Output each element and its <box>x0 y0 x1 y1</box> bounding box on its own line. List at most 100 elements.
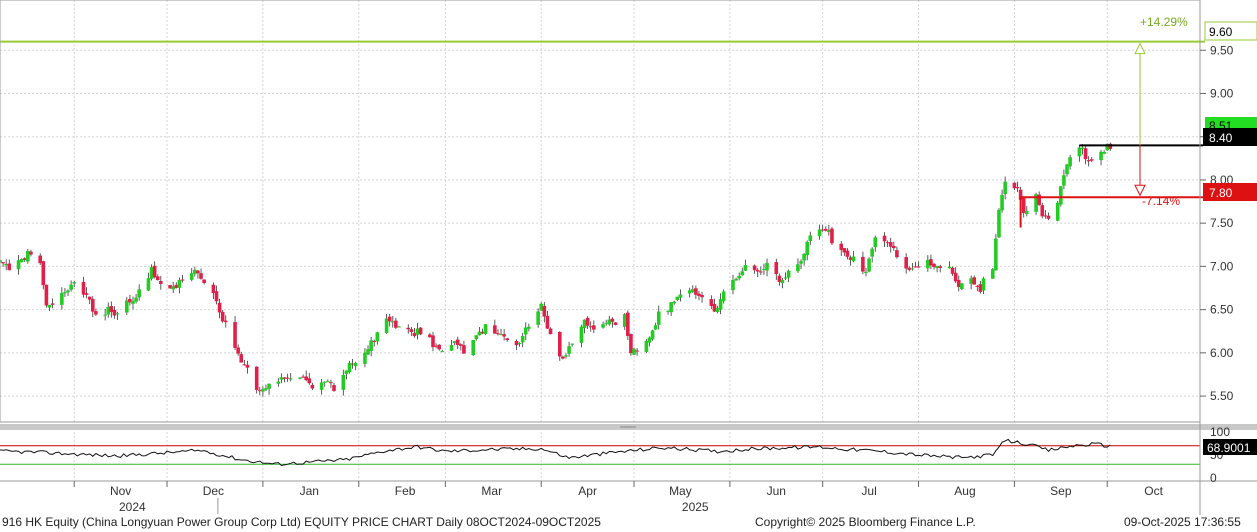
candle <box>211 282 216 299</box>
candle-body <box>112 309 117 316</box>
candle-body <box>180 279 185 281</box>
candle <box>409 326 414 336</box>
candle <box>700 291 704 303</box>
candle-body <box>239 354 244 363</box>
candle-body <box>279 377 284 380</box>
candle <box>690 285 695 293</box>
candle <box>709 295 714 309</box>
indicator-tick-label: 100 <box>1210 425 1230 439</box>
candle <box>319 378 324 395</box>
candle-body <box>1015 186 1020 189</box>
candle <box>180 274 185 283</box>
candle <box>1015 181 1020 193</box>
candle <box>1086 156 1091 167</box>
candle-body <box>527 326 531 329</box>
candle <box>199 268 203 280</box>
candle <box>610 317 615 328</box>
candle <box>1034 192 1038 215</box>
candle <box>1065 163 1069 177</box>
candle <box>687 287 692 298</box>
candle-body <box>496 333 500 335</box>
candle-body <box>159 281 163 284</box>
candle <box>882 232 887 248</box>
candle <box>561 355 565 360</box>
candle <box>916 261 921 268</box>
candle-body <box>431 335 435 348</box>
candle <box>236 344 240 356</box>
candle <box>870 247 874 263</box>
candle-body <box>189 273 194 280</box>
grid <box>0 0 1200 478</box>
price-chart: 5.506.006.507.007.508.008.509.009.50NovD… <box>0 0 1257 515</box>
candle-body <box>892 245 896 249</box>
candle-body <box>1068 157 1072 167</box>
candle <box>783 272 788 281</box>
candle <box>452 340 457 346</box>
candle-body <box>561 356 565 359</box>
candle-body <box>44 284 49 306</box>
candle <box>740 267 745 276</box>
candle <box>1055 201 1060 222</box>
candle-body <box>322 381 327 383</box>
candle-body <box>19 259 24 263</box>
y-tick-label: 7.50 <box>1210 216 1234 230</box>
candle <box>666 310 670 315</box>
candle <box>66 289 70 296</box>
candle <box>585 316 590 329</box>
candle <box>635 347 639 356</box>
candle-body <box>888 242 893 247</box>
candle-body <box>115 313 120 315</box>
candle <box>261 386 265 397</box>
candle-body <box>601 324 605 328</box>
candle <box>174 282 179 289</box>
candle-body <box>817 229 822 237</box>
candle-body <box>808 235 813 241</box>
candle-body <box>211 284 216 294</box>
candle-body <box>372 340 377 342</box>
candle <box>242 359 247 366</box>
x-tick-label: Mar <box>481 484 502 498</box>
candle-body <box>799 261 803 264</box>
candle <box>390 316 395 328</box>
candle <box>669 302 673 316</box>
current-price-tag: 8.40 <box>1203 128 1257 146</box>
candle-body <box>622 314 627 327</box>
candle <box>1000 189 1004 213</box>
candle <box>223 315 228 328</box>
candle-body <box>363 352 367 364</box>
candle-body <box>4 264 8 266</box>
x-tick-label: Oct <box>1144 484 1163 498</box>
candle-body <box>557 331 562 357</box>
candle <box>827 224 831 236</box>
candle <box>588 321 593 332</box>
candle <box>84 287 89 299</box>
candle-body <box>437 344 441 350</box>
candle-body <box>125 300 129 313</box>
candle <box>694 285 698 299</box>
candle-body <box>545 315 550 329</box>
candle-body <box>434 345 438 347</box>
candle <box>932 262 936 270</box>
candle-body <box>353 362 358 367</box>
candle <box>953 267 958 284</box>
candle <box>527 323 531 332</box>
candle <box>536 308 540 328</box>
candle <box>493 319 497 334</box>
candle-body <box>168 285 172 289</box>
candle <box>1037 191 1041 206</box>
candle <box>780 277 785 289</box>
candle <box>483 324 488 335</box>
candle <box>817 224 822 240</box>
current-price-label: 8.40 <box>1209 131 1233 145</box>
candle-body <box>972 277 977 285</box>
candle <box>245 360 250 374</box>
candle <box>755 267 760 278</box>
candle-body <box>514 340 519 346</box>
candle <box>214 285 219 305</box>
candle-body <box>588 326 593 328</box>
candle-body <box>653 325 658 330</box>
candle <box>440 349 445 353</box>
candle <box>29 249 33 257</box>
candle <box>975 285 980 292</box>
candle-body <box>81 281 86 295</box>
